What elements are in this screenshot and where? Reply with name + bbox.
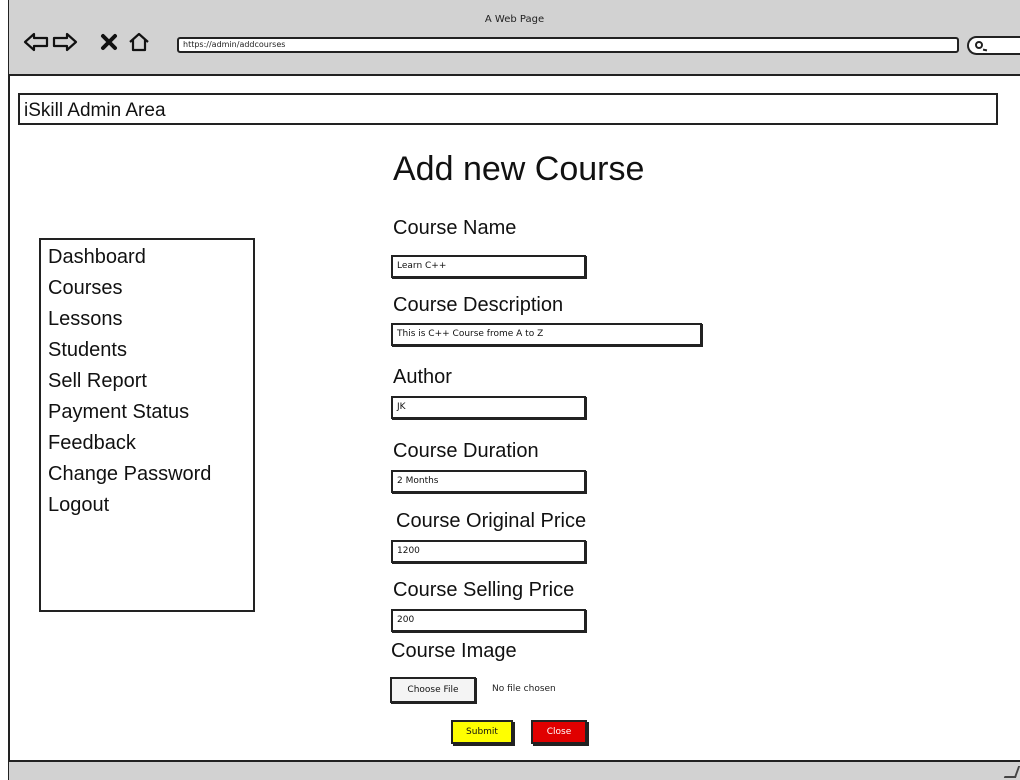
forward-arrow-icon[interactable]	[52, 30, 78, 54]
course-description-input[interactable]: This is C++ Course frome A to Z	[391, 323, 702, 346]
sidebar-item-logout[interactable]: Logout	[48, 490, 253, 521]
sidebar-item-dashboard[interactable]: Dashboard	[48, 242, 253, 273]
sidebar-item-courses[interactable]: Courses	[48, 273, 253, 304]
status-bar	[9, 760, 1020, 780]
author-label: Author	[393, 366, 452, 388]
selling-price-input[interactable]: 200	[391, 609, 586, 632]
address-bar[interactable]: https://admin/addcourses	[177, 37, 959, 53]
original-price-label: Course Original Price	[396, 510, 587, 532]
sidebar-item-feedback[interactable]: Feedback	[48, 428, 253, 459]
sidebar-item-payment-status[interactable]: Payment Status	[48, 397, 253, 428]
course-duration-input[interactable]: 2 Months	[391, 470, 586, 493]
author-input[interactable]: JK	[391, 396, 586, 419]
choose-file-button[interactable]: Choose File	[390, 677, 476, 703]
stop-icon[interactable]	[97, 30, 121, 54]
window-title: A Web Page	[484, 14, 545, 25]
site-title: iSkill Admin Area	[24, 100, 166, 121]
file-status-text: No file chosen	[492, 684, 556, 694]
search-icon	[975, 41, 983, 49]
close-button[interactable]: Close	[531, 720, 587, 744]
browser-toolbar: A Web Page https://admin/addcourses	[9, 0, 1020, 76]
resize-handle-icon[interactable]	[1003, 766, 1020, 778]
home-icon[interactable]	[127, 30, 151, 54]
sidebar: Dashboard Courses Lessons Students Sell …	[39, 238, 255, 612]
sidebar-item-students[interactable]: Students	[48, 335, 253, 366]
course-duration-label: Course Duration	[393, 440, 539, 462]
sidebar-item-lessons[interactable]: Lessons	[48, 304, 253, 335]
admin-header: iSkill Admin Area	[18, 93, 998, 125]
browser-search-box[interactable]	[967, 36, 1020, 55]
sidebar-item-change-password[interactable]: Change Password	[48, 459, 253, 490]
selling-price-label: Course Selling Price	[393, 579, 575, 601]
course-description-label: Course Description	[393, 294, 564, 316]
course-image-label: Course Image	[391, 640, 517, 662]
page-title: Add new Course	[393, 150, 645, 188]
original-price-input[interactable]: 1200	[391, 540, 586, 563]
back-arrow-icon[interactable]	[23, 30, 49, 54]
sidebar-item-sell-report[interactable]: Sell Report	[48, 366, 253, 397]
submit-button[interactable]: Submit	[451, 720, 513, 744]
course-name-label: Course Name	[393, 217, 517, 239]
course-name-input[interactable]: Learn C++	[391, 255, 586, 278]
